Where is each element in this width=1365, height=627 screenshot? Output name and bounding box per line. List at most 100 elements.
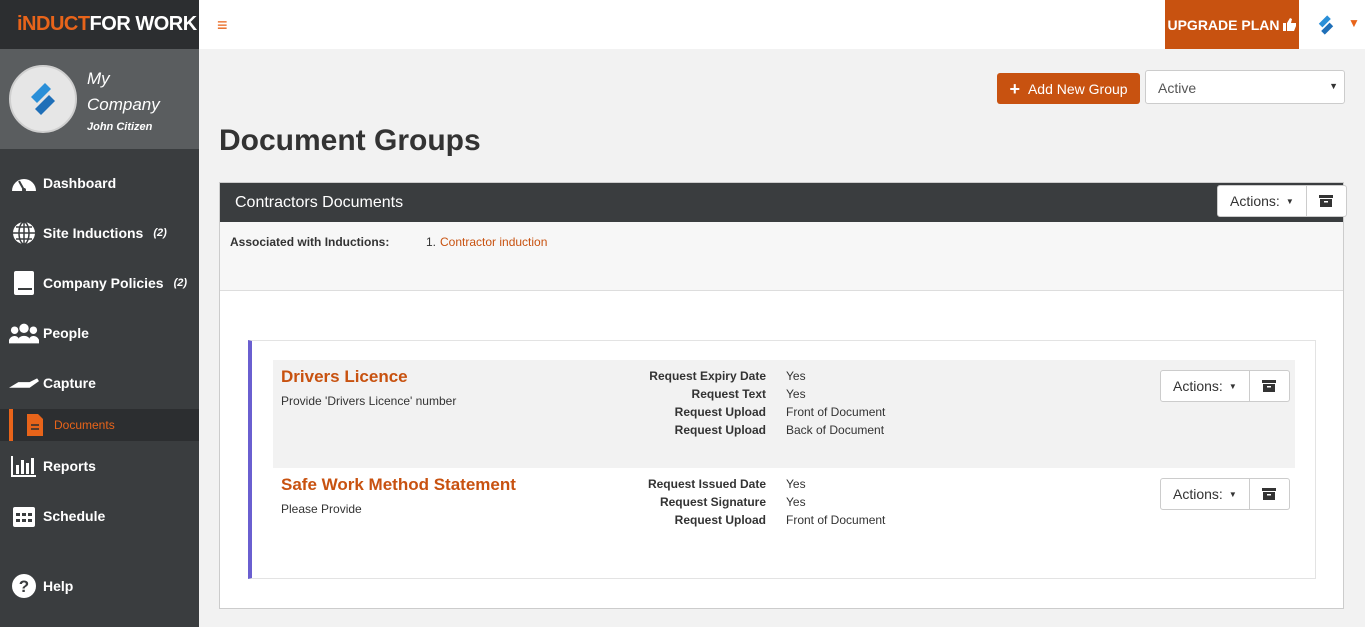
document-title[interactable]: Safe Work Method Statement: [281, 475, 516, 495]
prop-key: Request Upload: [674, 423, 766, 437]
prop-key: Request Issued Date: [647, 477, 766, 491]
document-item: Safe Work Method Statement Please Provid…: [273, 468, 1295, 563]
archive-icon: [1262, 380, 1277, 392]
hand-icon: [9, 370, 39, 396]
nav-site-inductions-label: Site Inductions: [43, 225, 144, 241]
nav-capture[interactable]: Capture: [0, 365, 199, 401]
assoc-label: Associated with Inductions:: [230, 235, 390, 249]
nav-reports-label: Reports: [43, 458, 96, 474]
prop-key: Request Text: [691, 387, 766, 401]
archive-icon: [1319, 195, 1334, 207]
nav-dashboard-label: Dashboard: [43, 175, 117, 191]
sidebar: iNDUCT FOR WORK My Company John Citizen D…: [0, 0, 199, 627]
group-actions-button[interactable]: Actions: ▼: [1217, 185, 1307, 217]
active-indicator: [9, 409, 13, 441]
prop-value: Yes: [786, 477, 806, 491]
brand-part2: FOR WORK: [89, 13, 198, 35]
status-filter-value: Active: [1158, 80, 1197, 96]
prop-value: Front of Document: [786, 513, 886, 527]
nav-people[interactable]: People: [0, 315, 199, 351]
nav-help-label: Help: [43, 578, 74, 594]
nav-capture-label: Capture: [43, 375, 96, 391]
company-policies-count: (2): [173, 277, 188, 289]
associated-inductions: Associated with Inductions: 1. Contracto…: [220, 222, 1343, 291]
nav-reports[interactable]: Reports: [0, 448, 199, 484]
prop-value: Yes: [786, 369, 806, 383]
caret-down-icon: ▼: [1285, 196, 1294, 206]
document-actions-label: Actions:: [1173, 378, 1223, 394]
add-new-group-label: Add New Group: [1027, 80, 1128, 97]
archive-icon: [1262, 488, 1277, 500]
document-description: Provide 'Drivers Licence' number: [281, 394, 457, 408]
document-description: Please Provide: [281, 502, 362, 516]
contractor-induction-link[interactable]: Contractor induction: [440, 235, 547, 277]
prop-value: Yes: [786, 387, 806, 401]
select-caret-icon: ▼: [1329, 81, 1338, 91]
nav-documents[interactable]: Documents: [0, 409, 199, 441]
topbar: ≡ UPGRADE PLAN ▼: [199, 0, 1365, 49]
prop-key: Request Signature: [659, 495, 766, 509]
site-inductions-count: (2): [153, 227, 167, 239]
nav-company-policies-label: Company Policies: [43, 275, 164, 291]
account-chevron-down-icon[interactable]: ▼: [1348, 16, 1360, 30]
nav-help[interactable]: ? Help: [0, 568, 199, 604]
brand-logo[interactable]: iNDUCT FOR WORK: [0, 0, 199, 49]
nav-site-inductions[interactable]: Site Inductions (2): [0, 215, 199, 251]
dashboard-icon: [9, 170, 39, 196]
page-title: Document Groups: [219, 124, 481, 157]
prop-key: Request Expiry Date: [649, 369, 766, 383]
company-logo-icon: [31, 83, 55, 115]
group-header: Contractors Documents Actions: ▼: [220, 183, 1347, 222]
group-actions: Actions: ▼: [1217, 185, 1347, 217]
caret-down-icon: ▼: [1228, 489, 1237, 499]
plus-icon: +: [1009, 78, 1020, 99]
assoc-index: 1.: [426, 235, 437, 249]
people-icon: [9, 320, 39, 346]
document-properties: Request Issued Date Yes Request Signature…: [593, 475, 885, 529]
document-actions: Actions: ▼: [1160, 370, 1290, 402]
company-avatar: [9, 65, 77, 133]
nav-schedule[interactable]: Schedule: [0, 498, 199, 534]
group-archive-button[interactable]: [1306, 185, 1347, 217]
document-properties: Request Expiry Date Yes Request Text Yes R…: [593, 367, 885, 439]
group-name: Contractors Documents: [235, 193, 404, 211]
nav-schedule-label: Schedule: [43, 508, 106, 524]
prop-key: Request Upload: [674, 405, 766, 419]
svg-text:?: ?: [19, 577, 29, 596]
document-archive-button[interactable]: [1249, 370, 1290, 402]
document-actions-button[interactable]: Actions: ▼: [1160, 478, 1250, 510]
nav-company-policies[interactable]: Company Policies (2): [0, 265, 199, 301]
profile-card: My Company John Citizen: [0, 49, 199, 149]
caret-down-icon: ▼: [1228, 381, 1237, 391]
book-icon: [9, 270, 39, 296]
brand-part1: iNDUCT: [17, 13, 90, 35]
upgrade-plan-label: UPGRADE PLAN: [1167, 16, 1280, 33]
nav-people-label: People: [43, 325, 89, 341]
status-filter-select[interactable]: Active ▼: [1145, 70, 1345, 104]
document-archive-button[interactable]: [1249, 478, 1290, 510]
document-actions: Actions: ▼: [1160, 478, 1290, 510]
thumbs-up-icon: [1282, 18, 1296, 31]
bar-chart-icon: [9, 453, 39, 479]
calendar-icon: [9, 503, 39, 529]
group-actions-label: Actions:: [1230, 193, 1280, 209]
document-title[interactable]: Drivers Licence: [281, 367, 408, 387]
help-icon: ?: [9, 573, 39, 599]
prop-value: Front of Document: [786, 405, 886, 419]
globe-icon: [9, 220, 39, 246]
nav-documents-label: Documents: [54, 418, 115, 432]
document-actions-button[interactable]: Actions: ▼: [1160, 370, 1250, 402]
user-name: John Citizen: [87, 120, 153, 133]
prop-value: Back of Document: [786, 423, 885, 437]
account-logo-icon[interactable]: [1314, 12, 1338, 41]
document-actions-label: Actions:: [1173, 486, 1223, 502]
prop-key: Request Upload: [674, 513, 766, 527]
upgrade-plan-button[interactable]: UPGRADE PLAN: [1165, 0, 1299, 49]
document-icon: [20, 412, 50, 438]
add-new-group-button[interactable]: + Add New Group: [997, 73, 1140, 104]
document-item: Drivers Licence Provide 'Drivers Licence…: [273, 360, 1295, 468]
prop-value: Yes: [786, 495, 806, 509]
nav-dashboard[interactable]: Dashboard: [0, 165, 199, 201]
menu-toggle-icon[interactable]: ≡: [217, 15, 228, 36]
company-name: My Company: [87, 68, 160, 114]
